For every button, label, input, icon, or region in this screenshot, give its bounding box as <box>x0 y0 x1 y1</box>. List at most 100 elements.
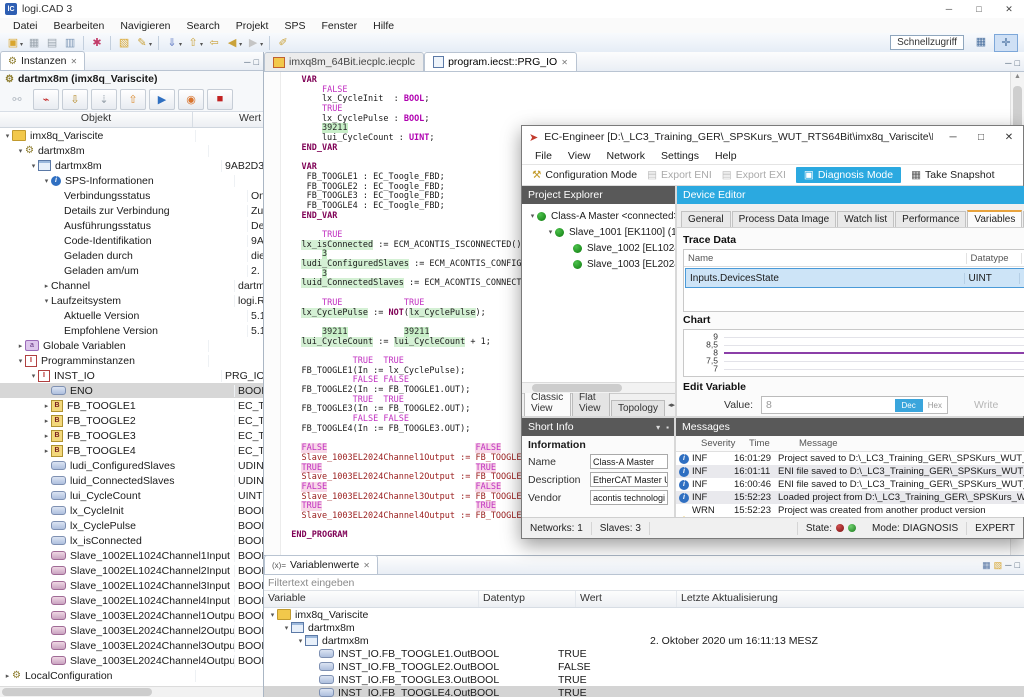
tree-row[interactable]: ▸⚙LocalConfiguration <box>0 668 263 683</box>
tree-row[interactable]: ludi_ConfiguredSlavesUDINT <box>0 458 263 473</box>
expand-arrow[interactable]: ▾ <box>29 162 38 170</box>
column-wert[interactable]: Wert <box>576 591 677 607</box>
tree-row[interactable]: ▾IProgramminstanzen <box>0 353 263 368</box>
expand-arrow[interactable]: ▸ <box>16 342 25 350</box>
expand-arrow[interactable]: ▾ <box>42 177 51 185</box>
tree-row[interactable]: lx_CyclePulseBOOL <box>0 518 263 533</box>
column-datentyp[interactable]: Datentyp <box>479 591 576 607</box>
ec-maximize-button[interactable]: □ <box>967 126 995 148</box>
tree-row[interactable]: Slave_1002EL1024Channel1InputBOOL <box>0 548 263 563</box>
hex-toggle[interactable]: Hex <box>923 399 947 412</box>
write-button[interactable]: Write <box>974 399 998 411</box>
tree-row[interactable]: ▸BFB_TOOGLE4EC_Toogle_FBD <box>0 443 263 458</box>
expand-arrow[interactable]: ▸ <box>42 417 51 425</box>
menu-datei[interactable]: Datei <box>6 19 45 33</box>
ec-tree-row[interactable]: ▾Slave_1001 [EK1100] (1001) <box>522 224 675 240</box>
device-tab-general[interactable]: General <box>681 211 731 227</box>
variable-row[interactable]: ▾dartmx8m2. Oktober 2020 um 16:11:13 MES… <box>264 634 1024 647</box>
tree-row[interactable]: Slave_1003EL2024Channel1OutputBOOL <box>0 608 263 623</box>
tab-instanzen[interactable]: ⚙ Instanzen ✕ <box>0 51 85 70</box>
variable-row[interactable]: ▾dartmx8m <box>264 621 1024 634</box>
column-variable[interactable]: Variable <box>264 591 479 607</box>
tree-row[interactable]: Empfohlene Version5.1.0-SNAPSHOT <box>0 323 263 338</box>
ec-menu-help[interactable]: Help <box>708 150 744 162</box>
message-row[interactable]: iINF15:52:23Loaded project from D:\_LC3_… <box>676 491 1024 504</box>
quick-access-button[interactable]: Schnellzugriff <box>890 35 964 50</box>
editor-tab[interactable]: imxq8m_64Bit.iecplc.iecplc <box>264 52 424 71</box>
ec-menu-file[interactable]: File <box>528 150 559 162</box>
view-tab-flat-view[interactable]: Flat View <box>572 389 610 416</box>
device-tab-variables[interactable]: Variables <box>967 210 1022 227</box>
field-input[interactable]: acontis technologi <box>590 490 668 505</box>
view-maximize-icon[interactable]: □ <box>1015 58 1020 68</box>
tree-row[interactable]: ▸Channeldartmx8m_64Bit <box>0 278 263 293</box>
menu-sps[interactable]: SPS <box>277 19 312 33</box>
view-maximize-icon[interactable]: □ <box>1015 560 1020 571</box>
open-instances-button[interactable]: ▧ <box>115 35 133 51</box>
value-input[interactable]: 8 Dec Hex <box>761 396 948 414</box>
tree-row[interactable]: ▾imx8q_Variscite <box>0 128 263 143</box>
start-plc-button[interactable]: ⇧ <box>120 89 146 110</box>
open-snapshot-icon[interactable]: ▧ <box>994 560 1003 571</box>
tab-close-icon[interactable]: ✕ <box>363 561 370 570</box>
ec-minimize-button[interactable]: ─ <box>939 126 967 148</box>
stop-button[interactable]: ■ <box>207 89 233 110</box>
take-snapshot-button[interactable]: ▦Take Snapshot <box>911 169 994 181</box>
expand-arrow[interactable]: ▾ <box>528 212 537 220</box>
menu-bearbeiten[interactable]: Bearbeiten <box>47 19 112 33</box>
tree-row[interactable]: Code-Identifikation9AB2D3F3 <box>0 233 263 248</box>
trace-row[interactable]: Inputs.DevicesStateUINTIN : 1.02.08 <box>685 268 1024 288</box>
pen-button[interactable]: ✐ <box>274 35 292 51</box>
variable-row[interactable]: INST_IO.FB_TOOGLE2.OutBOOLFALSE <box>264 660 1024 673</box>
configuration-mode-button[interactable]: ⚒Configuration Mode <box>532 169 637 181</box>
message-row[interactable]: WRN15:52:23Project was created from anot… <box>676 504 1024 517</box>
expand-arrow[interactable]: ▾ <box>268 611 277 619</box>
save-snapshot-icon[interactable]: ▦ <box>982 560 991 571</box>
diagnosis-mode-button[interactable]: ▣Diagnosis Mode <box>796 167 901 183</box>
column-wert[interactable]: Wert <box>193 112 263 127</box>
expand-arrow[interactable]: ▾ <box>282 624 291 632</box>
last-edit-location-button[interactable]: ⇦ <box>205 35 223 51</box>
tree-row[interactable]: lx_isConnectedBOOL <box>0 533 263 548</box>
tree-row[interactable]: Slave_1003EL2024Channel4OutputBOOL <box>0 653 263 668</box>
message-row[interactable]: iINF16:00:46ENI file saved to D:\_LC3_Tr… <box>676 478 1024 491</box>
message-row[interactable]: iINF16:01:11ENI file saved to D:\_LC3_Tr… <box>676 465 1024 478</box>
tab-variablenwerte[interactable]: (x)= Variablenwerte ✕ <box>264 555 378 574</box>
download-code-button[interactable]: ⇩ <box>62 89 88 110</box>
message-row[interactable]: iINF16:01:29Project saved to D:\_LC3_Tra… <box>676 452 1024 465</box>
dropdown-icon[interactable]: ▾ <box>260 41 263 48</box>
scroll-up-icon[interactable]: ▲ <box>1011 73 1024 80</box>
editor-tab[interactable]: program.iecst::PRG_IO✕ <box>424 52 577 71</box>
tree-row[interactable]: ▾dartmx8m9AB2D3F3 <box>0 158 263 173</box>
device-tab-performance[interactable]: Performance <box>895 211 966 227</box>
tab-close-icon[interactable]: ✕ <box>561 58 568 67</box>
tree-row[interactable]: VerbindungsstatusOnline <box>0 188 263 203</box>
tree-row[interactable]: ▾iSPS-Informationen <box>0 173 263 188</box>
expand-arrow[interactable]: ▾ <box>16 357 25 365</box>
disconnect-button[interactable]: ⌁ <box>33 89 59 110</box>
tree-row[interactable]: Slave_1002EL1024Channel3InputBOOL <box>0 578 263 593</box>
export-eni-button[interactable]: ▤Export ENI <box>647 169 712 181</box>
dropdown-icon[interactable]: ▾ <box>179 41 182 48</box>
tree-row[interactable]: Slave_1002EL1024Channel4InputBOOL <box>0 593 263 608</box>
menu-fenster[interactable]: Fenster <box>315 19 365 33</box>
field-input[interactable]: EtherCAT Master U <box>590 472 668 487</box>
save-button[interactable]: ▦ <box>25 35 43 51</box>
close-button[interactable]: ✕ <box>994 1 1024 18</box>
tree-row[interactable]: ▸aGlobale Variablen <box>0 338 263 353</box>
ec-close-button[interactable]: ✕ <box>995 126 1023 148</box>
ec-tree-row[interactable]: Slave_1002 [EL1024] (1002 <box>522 240 675 256</box>
expand-arrow[interactable]: ▸ <box>3 672 12 680</box>
dec-toggle[interactable]: Dec <box>895 399 923 412</box>
tree-row[interactable]: luid_ConnectedSlavesUDINT <box>0 473 263 488</box>
export-exi-button[interactable]: ▤Export EXI <box>722 169 786 181</box>
tree-row[interactable]: lui_CycleCountUINT <box>0 488 263 503</box>
trace-column[interactable]: Name <box>684 253 967 264</box>
run-button[interactable]: ▶ <box>149 89 175 110</box>
ec-tree-row[interactable]: ▾Class-A Master <connected> <box>522 208 675 224</box>
tree-row[interactable]: ▸BFB_TOOGLE3EC_Toogle_FBD <box>0 428 263 443</box>
tree-row[interactable]: Geladen am/um2. Oktober 2020 um <box>0 263 263 278</box>
minimize-button[interactable]: ─ <box>934 1 964 18</box>
column-severity[interactable]: Severity <box>698 438 746 449</box>
tree-row[interactable]: ▸BFB_TOOGLE2EC_Toogle_FBD <box>0 413 263 428</box>
